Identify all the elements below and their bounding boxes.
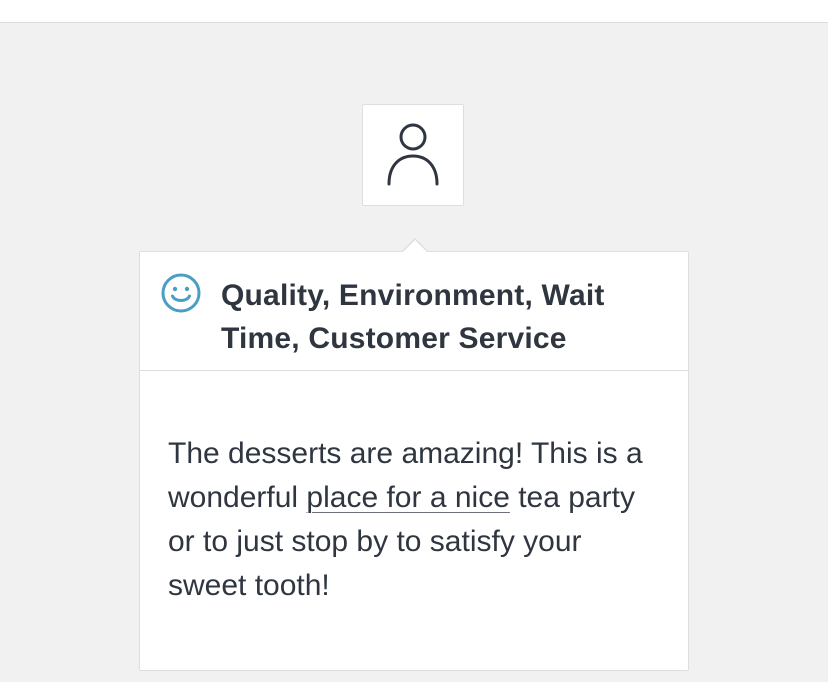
review-categories: Quality, Environment, Wait Time, Custome… bbox=[221, 279, 605, 355]
smile-icon bbox=[161, 273, 201, 313]
avatar[interactable] bbox=[362, 104, 464, 206]
review-card-header: Quality, Environment, Wait Time, Custome… bbox=[140, 252, 688, 371]
review-inline-link[interactable]: place for a nice bbox=[306, 481, 509, 514]
review-card: Quality, Environment, Wait Time, Custome… bbox=[139, 238, 689, 671]
top-bar bbox=[0, 0, 828, 23]
user-icon bbox=[387, 123, 439, 186]
review-text: The desserts are amazing! This is a wond… bbox=[168, 432, 668, 608]
